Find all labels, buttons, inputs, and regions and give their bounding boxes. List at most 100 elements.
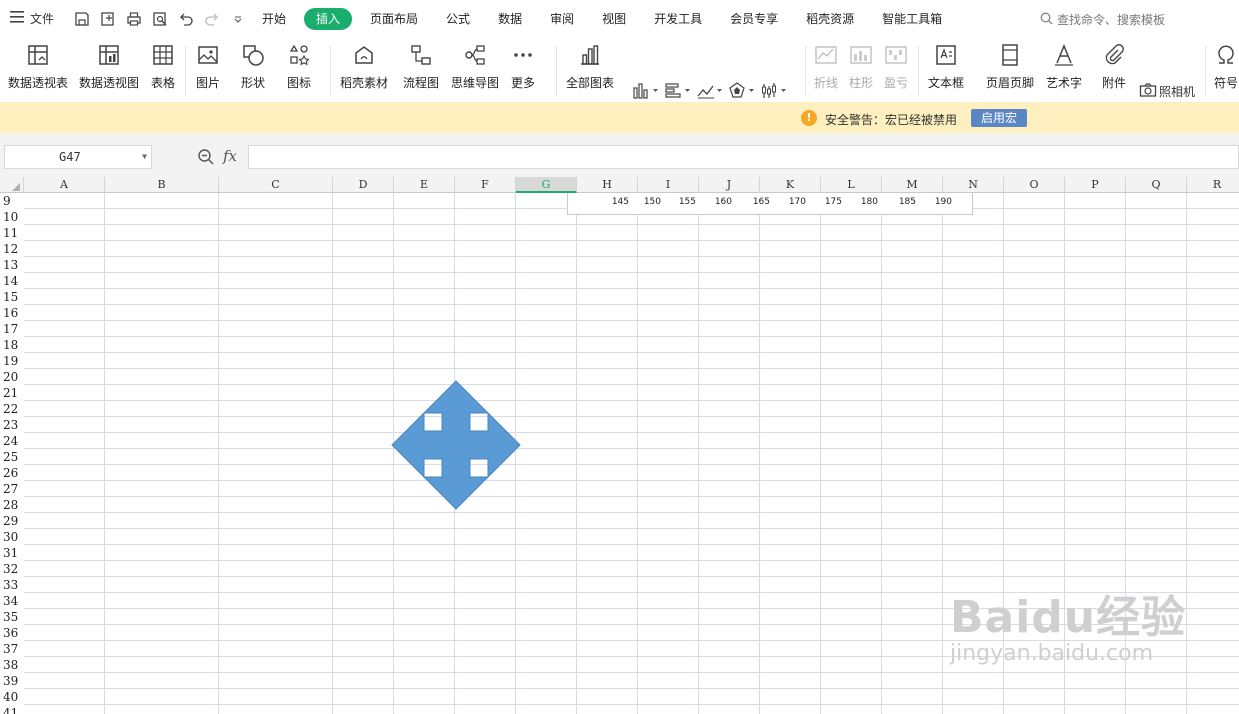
row-header-24[interactable]: 24: [0, 433, 24, 449]
column-header-g[interactable]: G: [516, 177, 577, 193]
print-preview-icon[interactable]: [150, 9, 170, 29]
row-header-38[interactable]: 38: [0, 657, 24, 673]
column-header-h[interactable]: H: [577, 177, 638, 193]
row-header-20[interactable]: 20: [0, 369, 24, 385]
column-header-j[interactable]: J: [699, 177, 760, 193]
redo-icon[interactable]: [202, 9, 222, 29]
header-footer-button[interactable]: 页眉页脚: [986, 42, 1034, 91]
pivot-table-button[interactable]: 数据透视表: [8, 42, 68, 91]
tab-view[interactable]: 视图: [592, 8, 636, 30]
cell-value[interactable]: 165: [740, 194, 776, 210]
row-header-10[interactable]: 10: [0, 209, 24, 225]
row-header-29[interactable]: 29: [0, 513, 24, 529]
flowchart-button[interactable]: 流程图: [403, 42, 439, 91]
row-header-13[interactable]: 13: [0, 257, 24, 273]
fx-insert-function-button[interactable]: fx: [223, 147, 237, 165]
sparkline-winloss-button[interactable]: 盈亏: [883, 42, 909, 91]
attachment-button[interactable]: 附件: [1101, 42, 1127, 91]
name-box[interactable]: G47 ▼: [4, 145, 152, 169]
sparkline-column-button[interactable]: 柱形: [848, 42, 874, 91]
pivot-chart-button[interactable]: 数据透视图: [79, 42, 139, 91]
row-header-37[interactable]: 37: [0, 641, 24, 657]
cell-value[interactable]: 160: [702, 194, 738, 210]
row-header-15[interactable]: 15: [0, 289, 24, 305]
column-header-e[interactable]: E: [394, 177, 455, 193]
chevron-down-icon[interactable]: ▼: [142, 146, 147, 168]
row-header-34[interactable]: 34: [0, 593, 24, 609]
shape-button[interactable]: 形状: [240, 42, 266, 91]
row-header-16[interactable]: 16: [0, 305, 24, 321]
cell-value[interactable]: 180: [848, 194, 884, 210]
undo-icon[interactable]: [176, 9, 196, 29]
tab-smart-toolbox[interactable]: 智能工具箱: [872, 8, 952, 30]
customize-dropdown-icon[interactable]: [228, 9, 248, 29]
column-header-m[interactable]: M: [882, 177, 943, 193]
command-search[interactable]: 查找命令、搜索模板: [1040, 11, 1165, 28]
row-header-11[interactable]: 11: [0, 225, 24, 241]
sparkline-line-button[interactable]: 折线: [813, 42, 839, 91]
tab-docer-resources[interactable]: 稻壳资源: [796, 8, 864, 30]
symbol-button[interactable]: 符号: [1213, 42, 1239, 91]
row-header-9[interactable]: 9: [0, 193, 24, 209]
cell-value[interactable]: 175: [812, 194, 848, 210]
row-header-26[interactable]: 26: [0, 465, 24, 481]
row-header-40[interactable]: 40: [0, 689, 24, 705]
mindmap-button[interactable]: 思维导图: [451, 42, 499, 91]
zoom-icon[interactable]: [197, 148, 215, 170]
column-header-i[interactable]: I: [638, 177, 699, 193]
tab-insert[interactable]: 插入: [304, 8, 353, 30]
row-header-14[interactable]: 14: [0, 273, 24, 289]
row-header-27[interactable]: 27: [0, 481, 24, 497]
enable-macro-button[interactable]: 启用宏: [971, 109, 1027, 127]
row-header-23[interactable]: 23: [0, 417, 24, 433]
cell-value[interactable]: 170: [776, 194, 812, 210]
save-as-icon[interactable]: [98, 9, 118, 29]
textbox-button[interactable]: 文本框: [928, 42, 964, 91]
stock-chart-icon[interactable]: [760, 82, 790, 103]
tab-home[interactable]: 开始: [252, 8, 296, 30]
select-all-corner[interactable]: [0, 177, 24, 193]
radar-chart-icon[interactable]: [728, 82, 758, 103]
more-button[interactable]: 更多: [510, 42, 536, 91]
column-header-d[interactable]: D: [333, 177, 394, 193]
row-header-31[interactable]: 31: [0, 545, 24, 561]
row-header-39[interactable]: 39: [0, 673, 24, 689]
tab-developer[interactable]: 开发工具: [644, 8, 712, 30]
formula-input[interactable]: [248, 145, 1239, 169]
column-header-o[interactable]: O: [1004, 177, 1065, 193]
column-header-c[interactable]: C: [219, 177, 333, 193]
tab-formulas[interactable]: 公式: [436, 8, 480, 30]
save-icon[interactable]: [72, 9, 92, 29]
cell-value[interactable]: 155: [666, 194, 702, 210]
icon-library-button[interactable]: 图标: [286, 42, 312, 91]
column-header-f[interactable]: F: [455, 177, 516, 193]
docer-material-button[interactable]: 稻壳素材: [340, 42, 388, 91]
column-header-l[interactable]: L: [821, 177, 882, 193]
row-header-32[interactable]: 32: [0, 561, 24, 577]
row-header-12[interactable]: 12: [0, 241, 24, 257]
all-charts-button[interactable]: 全部图表: [566, 42, 614, 91]
print-icon[interactable]: [124, 9, 144, 29]
tab-review[interactable]: 审阅: [540, 8, 584, 30]
cell-value[interactable]: 150: [631, 194, 667, 210]
cell-value[interactable]: 190: [922, 194, 958, 210]
tab-data[interactable]: 数据: [488, 8, 532, 30]
column-header-k[interactable]: K: [760, 177, 821, 193]
column-header-q[interactable]: Q: [1126, 177, 1187, 193]
row-header-19[interactable]: 19: [0, 353, 24, 369]
row-header-22[interactable]: 22: [0, 401, 24, 417]
row-header-25[interactable]: 25: [0, 449, 24, 465]
column-header-n[interactable]: N: [943, 177, 1004, 193]
line-chart-icon[interactable]: [696, 82, 726, 103]
row-header-17[interactable]: 17: [0, 321, 24, 337]
tab-member[interactable]: 会员专享: [720, 8, 788, 30]
column-header-a[interactable]: A: [24, 177, 105, 193]
tab-page-layout[interactable]: 页面布局: [360, 8, 428, 30]
row-header-33[interactable]: 33: [0, 577, 24, 593]
row-header-36[interactable]: 36: [0, 625, 24, 641]
table-button[interactable]: 表格: [150, 42, 176, 91]
column-header-b[interactable]: B: [105, 177, 219, 193]
four-way-arrow-shape[interactable]: [390, 379, 522, 515]
row-header-30[interactable]: 30: [0, 529, 24, 545]
file-menu[interactable]: 文件: [10, 10, 54, 27]
